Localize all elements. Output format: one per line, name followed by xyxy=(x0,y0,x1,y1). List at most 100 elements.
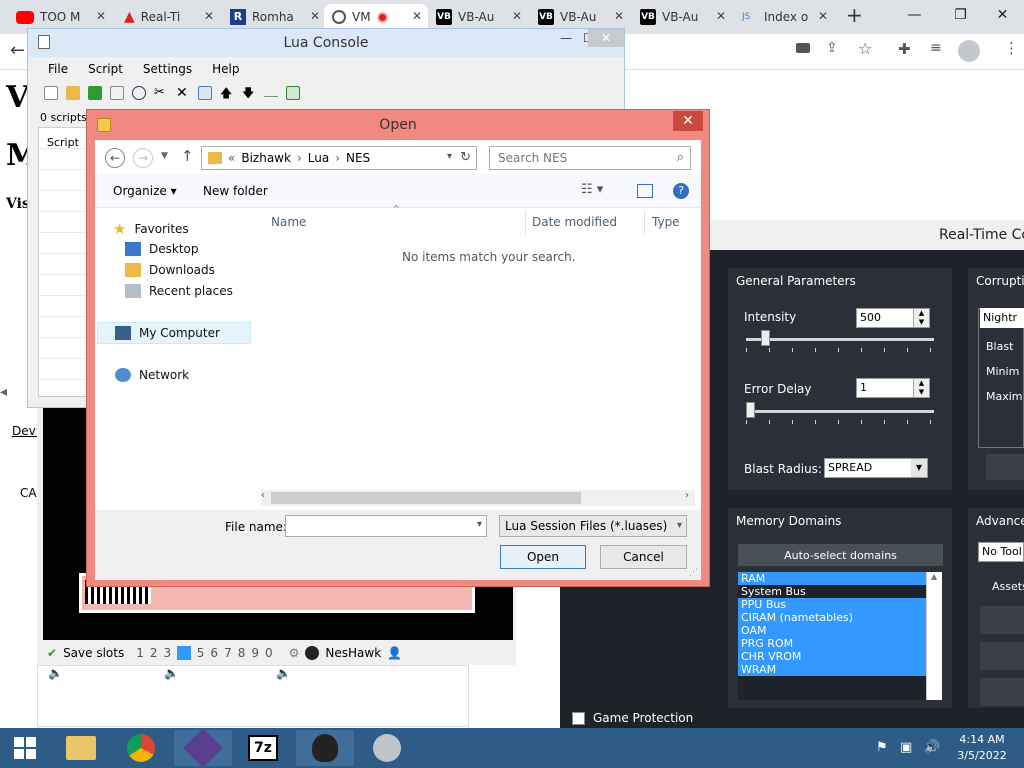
save-slot-0[interactable]: 0 xyxy=(265,646,273,660)
save-slot-5[interactable]: 5 xyxy=(197,646,205,660)
spin-arrows-icon[interactable]: ▲ ▼ xyxy=(913,309,929,327)
lua-console-titlebar[interactable]: Lua Console xyxy=(28,29,624,57)
resize-grip-icon[interactable]: ⋰ xyxy=(689,568,698,578)
breadcrumb-overflow[interactable]: « xyxy=(228,151,235,165)
intensity-slider-thumb[interactable] xyxy=(760,330,770,346)
close-tab-icon[interactable]: ✕ xyxy=(412,9,422,23)
scrollbar-thumb[interactable] xyxy=(271,492,581,504)
browser-tab-real-time[interactable]: ▲ Real-Ti ✕ xyxy=(116,4,220,30)
browser-tab-vb-audio-2[interactable]: VB VB-Au ✕ xyxy=(530,4,630,30)
scroll-right-icon[interactable]: › xyxy=(685,490,689,501)
memory-domain-item[interactable]: CHR VROM xyxy=(738,650,926,663)
breadcrumb-lua[interactable]: Lua xyxy=(308,151,329,165)
action-center-flag-icon[interactable]: ⚑ xyxy=(876,740,888,755)
forward-arrow-icon[interactable]: → xyxy=(133,148,153,168)
console-icon[interactable] xyxy=(286,86,300,100)
lua-menu-settings[interactable]: Settings xyxy=(143,62,192,76)
scroll-up-icon[interactable]: ▲ xyxy=(931,572,937,581)
memory-domain-item[interactable]: System Bus xyxy=(738,585,926,598)
close-tab-icon[interactable]: ✕ xyxy=(204,9,214,23)
preview-pane-icon[interactable] xyxy=(637,184,653,198)
nav-my-computer[interactable]: My Computer xyxy=(115,326,220,340)
save-slot-1[interactable]: 1 xyxy=(136,646,144,660)
advanced-action[interactable] xyxy=(980,606,1024,634)
move-down-icon[interactable]: 🡇 xyxy=(242,86,256,100)
tool-select[interactable]: No Tool xyxy=(978,542,1024,562)
search-input[interactable]: Search NES xyxy=(498,151,567,165)
engine-select[interactable]: Nightr xyxy=(980,308,1024,328)
corruption-engine-box[interactable] xyxy=(978,308,1024,448)
share-icon[interactable]: ⇪ xyxy=(826,40,838,56)
browser-tab-vb-audio-1[interactable]: VB VB-Au ✕ xyxy=(428,4,528,30)
move-up-icon[interactable]: 🡅 xyxy=(220,86,234,100)
advanced-action[interactable] xyxy=(980,642,1024,670)
memory-domain-item[interactable]: PPU Bus xyxy=(738,598,926,611)
save-slot-4[interactable]: 4 xyxy=(177,646,191,660)
extensions-puzzle-icon[interactable]: ✚ xyxy=(898,40,911,58)
minimize-window-icon[interactable]: — xyxy=(892,0,937,30)
taskbar-chrome[interactable] xyxy=(112,730,170,766)
taskbar-7zip[interactable]: 7z xyxy=(234,730,292,766)
lua-minimize-icon[interactable]: — xyxy=(560,31,572,45)
profile-avatar-icon[interactable] xyxy=(958,40,980,62)
file-list-scrollbar[interactable]: ‹ › xyxy=(261,490,695,506)
blast-radius-select[interactable]: SPREAD ▼ xyxy=(824,458,928,478)
column-name[interactable]: Name xyxy=(271,215,306,229)
memory-domain-item[interactable]: RAM xyxy=(738,572,926,585)
copy-icon[interactable] xyxy=(198,86,212,100)
search-box[interactable]: Search NES ⌕ xyxy=(489,146,691,170)
error-delay-input[interactable]: 1 ▲ ▼ xyxy=(856,378,930,398)
organize-button[interactable]: Organize ▾ xyxy=(113,184,177,198)
recent-locations-icon[interactable]: ▼ xyxy=(161,151,168,161)
game-protection-checkbox[interactable] xyxy=(572,712,585,725)
open-button[interactable]: Open xyxy=(500,545,586,569)
scroll-left-icon[interactable]: ‹ xyxy=(261,490,265,501)
save-slot-3[interactable]: 3 xyxy=(164,646,172,660)
close-tab-icon[interactable]: ✕ xyxy=(716,9,726,23)
lua-close-button[interactable]: ✕ xyxy=(588,29,624,47)
rtc-titlebar[interactable]: Real-Time Co xyxy=(710,220,1024,250)
new-folder-button[interactable]: New folder xyxy=(203,184,268,198)
browser-tab-vm[interactable]: VM ✕ xyxy=(324,4,428,30)
camera-icon[interactable] xyxy=(796,43,810,53)
speaker-icon[interactable]: 🔈 xyxy=(276,666,291,680)
save-slot-9[interactable]: 9 xyxy=(251,646,259,660)
open-dialog-titlebar[interactable]: Open xyxy=(87,110,709,140)
lua-menu-script[interactable]: Script xyxy=(88,62,123,76)
nav-downloads[interactable]: Downloads xyxy=(125,263,215,277)
corruption-action[interactable] xyxy=(986,454,1024,480)
new-file-icon[interactable] xyxy=(44,86,58,100)
file-type-select[interactable]: Lua Session Files (*.luases) ▾ xyxy=(499,515,687,537)
address-bar[interactable]: « Bizhawk › Lua › NES ▾ ↻ xyxy=(201,146,477,170)
save-slot-8[interactable]: 8 xyxy=(238,646,246,660)
breadcrumb-nes[interactable]: NES xyxy=(346,151,370,165)
memory-domain-item[interactable]: PRG ROM xyxy=(738,637,926,650)
memory-domain-item[interactable]: WRAM xyxy=(738,663,926,676)
close-tab-icon[interactable]: ✕ xyxy=(818,9,828,23)
auto-select-domains-button[interactable]: Auto-select domains xyxy=(738,544,943,566)
script-list[interactable]: Script xyxy=(38,127,88,397)
volume-tray-icon[interactable]: 🔊 xyxy=(924,740,940,755)
error-delay-slider-track[interactable] xyxy=(746,410,934,413)
memory-list-scrollbar[interactable]: ▲ xyxy=(926,572,942,700)
close-tab-icon[interactable]: ✕ xyxy=(512,9,522,23)
bookmark-star-icon[interactable]: ☆ xyxy=(858,39,872,58)
network-tray-icon[interactable]: ▣ xyxy=(900,740,912,755)
dialog-close-button[interactable]: ✕ xyxy=(673,111,703,131)
taskbar-file-explorer[interactable] xyxy=(52,730,110,766)
remove-icon[interactable]: ✕ xyxy=(176,86,190,100)
back-arrow-icon[interactable]: ← xyxy=(105,148,125,168)
help-icon[interactable]: ? xyxy=(673,183,689,199)
clock[interactable]: 4:14 AM 3/5/2022 xyxy=(950,732,1014,764)
save-slot-7[interactable]: 7 xyxy=(224,646,232,660)
error-delay-slider-thumb[interactable] xyxy=(746,402,755,418)
taskbar-rtc[interactable] xyxy=(174,728,232,768)
lua-menu-help[interactable]: Help xyxy=(212,62,239,76)
nav-network[interactable]: Network xyxy=(115,368,189,382)
lua-menu-file[interactable]: File xyxy=(48,62,68,76)
refresh-icon[interactable]: ↻ xyxy=(460,150,471,165)
column-date-modified[interactable]: Date modified xyxy=(532,215,617,229)
browser-tab-youtube[interactable]: TOO M ✕ xyxy=(8,4,112,30)
speaker-icon[interactable]: 🔈 xyxy=(48,666,63,680)
intensity-input[interactable]: 500 ▲ ▼ xyxy=(856,308,930,328)
